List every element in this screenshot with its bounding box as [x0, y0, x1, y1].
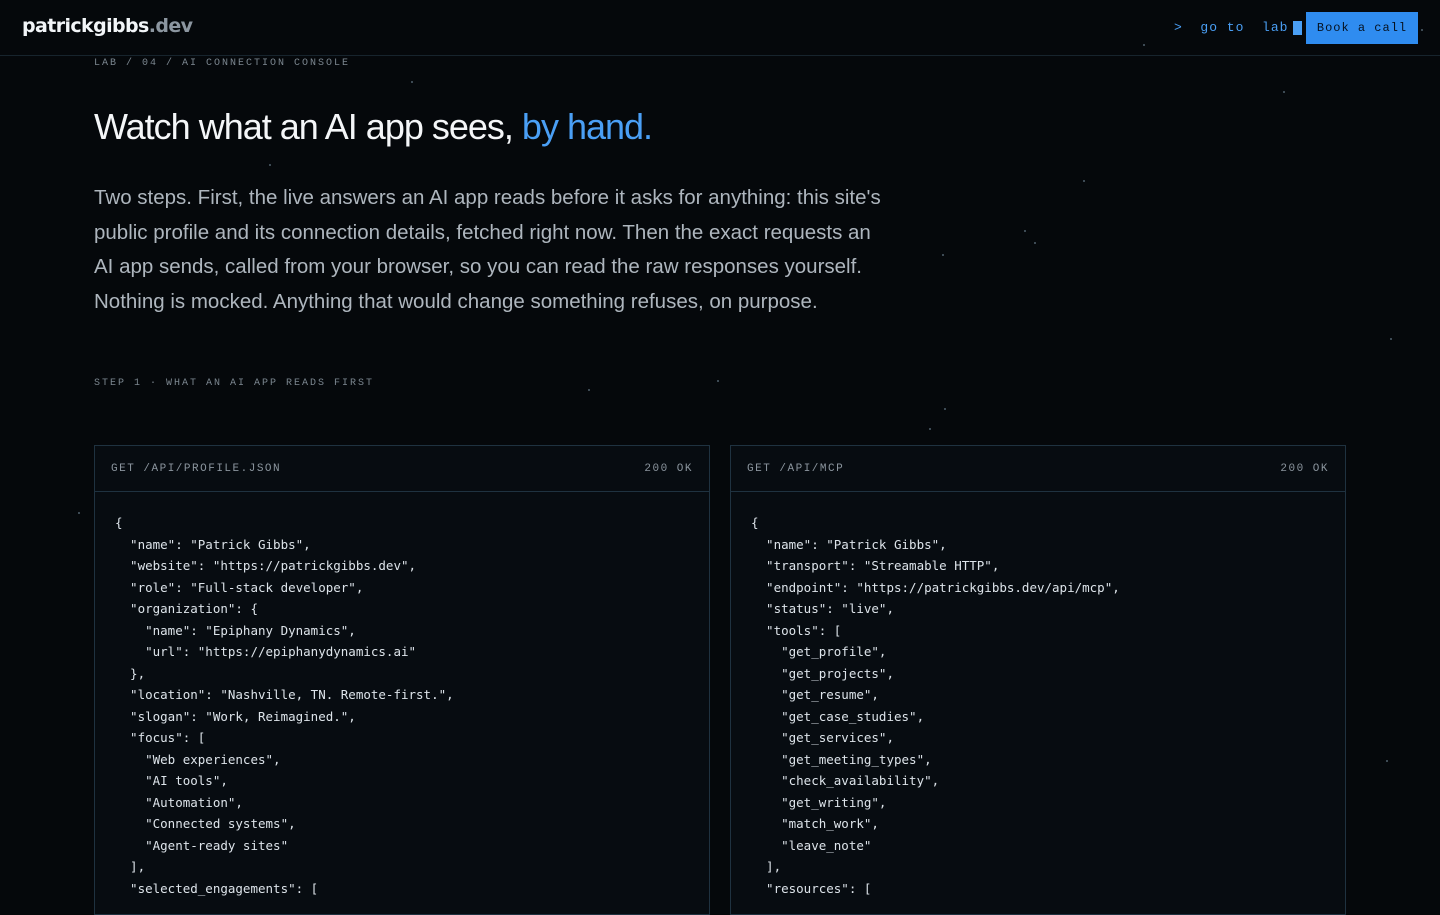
site-header: patrickgibbs.dev > go to lab Book a call [0, 0, 1440, 56]
request-label: GET /API/MCP [747, 463, 844, 475]
star [942, 254, 944, 256]
response-body[interactable]: { "name": "Patrick Gibbs", "transport": … [731, 492, 1345, 899]
star [588, 389, 590, 391]
star [929, 428, 931, 430]
star [1390, 338, 1392, 340]
page-title-main: Watch what an AI app sees, [94, 106, 522, 147]
intro-paragraph: Two steps. First, the live answers an AI… [94, 181, 884, 320]
response-body[interactable]: { "name": "Patrick Gibbs", "website": "h… [95, 492, 709, 899]
star [1386, 760, 1388, 762]
star [78, 512, 80, 514]
book-a-call-button[interactable]: Book a call [1306, 12, 1418, 44]
request-label: GET /API/PROFILE.JSON [111, 463, 281, 475]
step-1-label: STEP 1 · WHAT AN AI APP READS FIRST [94, 378, 374, 389]
page-title-accent: by hand. [522, 106, 652, 147]
star [269, 164, 271, 166]
star [1024, 230, 1026, 232]
go-to-lab-label: > go to lab [1174, 20, 1288, 35]
panel-header: GET /API/PROFILE.JSON 200 OK [95, 446, 709, 492]
profile-json-panel: GET /API/PROFILE.JSON 200 OK { "name": "… [94, 445, 710, 915]
panel-header: GET /API/MCP 200 OK [731, 446, 1345, 492]
logo-name: patrickgibbs [22, 15, 149, 37]
star [944, 408, 946, 410]
status-badge: 200 OK [644, 463, 693, 475]
page-title: Watch what an AI app sees, by hand. [94, 106, 652, 148]
block-cursor-icon [1293, 21, 1302, 35]
star [1083, 180, 1085, 182]
logo-tld: .dev [149, 15, 193, 37]
site-logo[interactable]: patrickgibbs.dev [22, 15, 192, 37]
go-to-lab-link[interactable]: > go to lab [1174, 20, 1302, 35]
mcp-panel: GET /API/MCP 200 OK { "name": "Patrick G… [730, 445, 1346, 915]
star [717, 380, 719, 382]
status-badge: 200 OK [1280, 463, 1329, 475]
breadcrumb: LAB / 04 / AI CONNECTION CONSOLE [94, 58, 350, 69]
star [1283, 91, 1285, 93]
star [1034, 242, 1036, 244]
star [411, 81, 413, 83]
